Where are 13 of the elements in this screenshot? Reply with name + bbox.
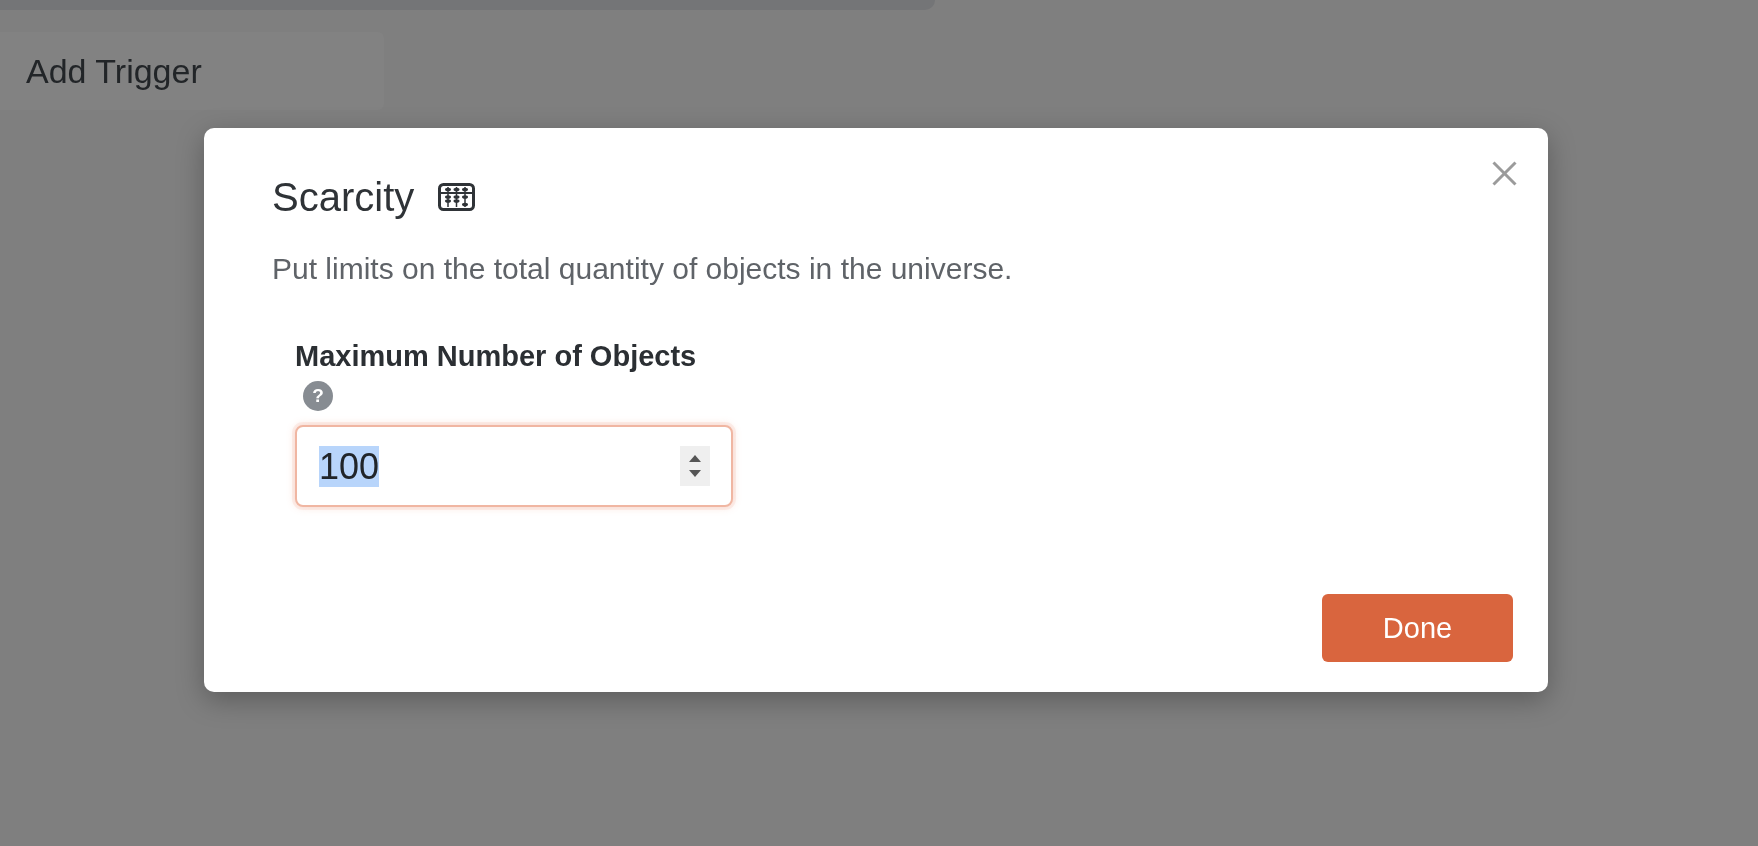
spin-buttons[interactable]: [680, 446, 710, 486]
caret-down-icon: [689, 470, 701, 477]
help-icon[interactable]: ?: [303, 381, 333, 411]
abacus-icon: [438, 183, 476, 211]
dialog-title: Scarcity: [272, 174, 415, 221]
caret-up-icon: [689, 455, 701, 462]
close-icon: [1492, 161, 1517, 186]
close-button[interactable]: [1492, 161, 1517, 186]
field-value: 100: [319, 445, 380, 487]
number-input[interactable]: 100: [295, 425, 733, 507]
done-button[interactable]: Done: [1322, 594, 1513, 662]
field-label: Maximum Number of Objects: [295, 339, 697, 374]
dialog-description: Put limits on the total quantity of objects in the universe.: [272, 251, 1014, 287]
